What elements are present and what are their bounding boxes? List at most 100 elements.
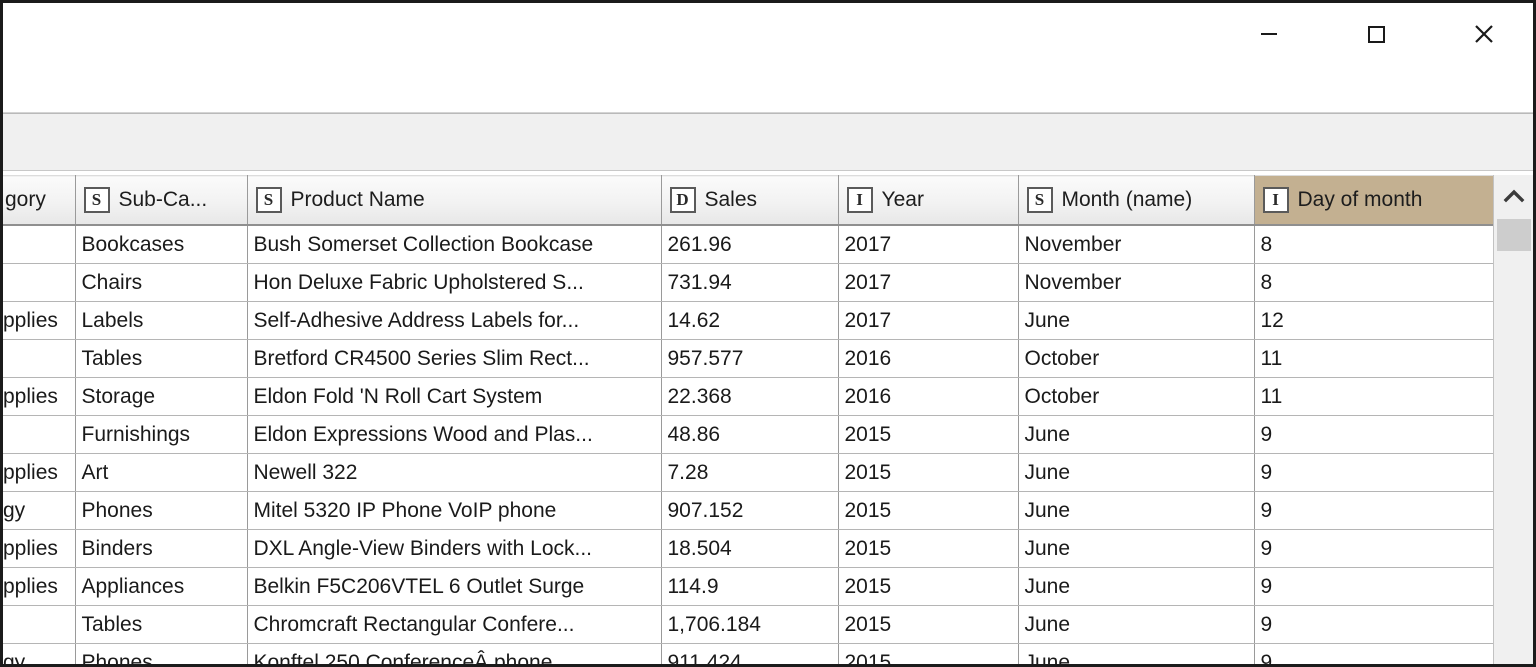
cell-year[interactable]: 2017 (838, 301, 1019, 340)
cell-subcategory[interactable]: Tables (75, 605, 248, 644)
table-row[interactable]: pplies Art Newell 322 7.28 2015 June 9 (3, 453, 1528, 492)
cell-subcategory[interactable]: Phones (75, 643, 248, 664)
cell-year[interactable]: 2015 (838, 567, 1019, 606)
cell-subcategory[interactable]: Phones (75, 491, 248, 530)
cell-product-name[interactable]: Hon Deluxe Fabric Upholstered S... (247, 263, 662, 302)
column-header-category[interactable]: gory (3, 175, 76, 226)
cell-subcategory[interactable]: Tables (75, 339, 248, 378)
cell-sales[interactable]: 911.424 (661, 643, 839, 664)
cell-month[interactable]: June (1018, 415, 1255, 454)
cell-month[interactable]: June (1018, 301, 1255, 340)
cell-month[interactable]: November (1018, 263, 1255, 302)
cell-day-of-month[interactable]: 9 (1254, 529, 1528, 568)
table-row[interactable]: Chairs Hon Deluxe Fabric Upholstered S...… (3, 263, 1528, 302)
cell-category[interactable]: pplies (3, 377, 76, 416)
column-header-day-of-month[interactable]: I Day of month (1254, 175, 1528, 226)
cell-category[interactable] (3, 224, 76, 264)
cell-month[interactable]: June (1018, 529, 1255, 568)
cell-category[interactable] (3, 263, 76, 302)
cell-subcategory[interactable]: Labels (75, 301, 248, 340)
table-row[interactable]: pplies Storage Eldon Fold 'N Roll Cart Sys… (3, 377, 1528, 416)
cell-sales[interactable]: 731.94 (661, 263, 839, 302)
cell-day-of-month[interactable]: 8 (1254, 263, 1528, 302)
table-row[interactable]: Bookcases Bush Somerset Collection Bookca… (3, 224, 1528, 264)
cell-category[interactable]: pplies (3, 567, 76, 606)
cell-day-of-month[interactable]: 9 (1254, 605, 1528, 644)
cell-category[interactable]: pplies (3, 301, 76, 340)
cell-product-name[interactable]: Mitel 5320 IP Phone VoIP phone (247, 491, 662, 530)
table-row[interactable]: pplies Binders DXL Angle-View Binders with… (3, 529, 1528, 568)
column-header-subcategory[interactable]: S Sub-Ca... (75, 175, 248, 226)
cell-product-name[interactable]: Konftel 250 ConferenceÂ phone (247, 643, 662, 664)
scrollbar-track[interactable] (1494, 251, 1533, 664)
cell-year[interactable]: 2015 (838, 491, 1019, 530)
scroll-up-button[interactable] (1494, 175, 1533, 217)
cell-sales[interactable]: 14.62 (661, 301, 839, 340)
cell-month[interactable]: June (1018, 605, 1255, 644)
cell-day-of-month[interactable]: 11 (1254, 377, 1528, 416)
cell-month[interactable]: June (1018, 453, 1255, 492)
close-button[interactable] (1452, 5, 1515, 63)
cell-day-of-month[interactable]: 11 (1254, 339, 1528, 378)
cell-sales[interactable]: 114.9 (661, 567, 839, 606)
cell-product-name[interactable]: Bush Somerset Collection Bookcase (247, 224, 662, 264)
cell-subcategory[interactable]: Appliances (75, 567, 248, 606)
cell-category[interactable] (3, 415, 76, 454)
cell-product-name[interactable]: Chromcraft Rectangular Confere... (247, 605, 662, 644)
cell-year[interactable]: 2017 (838, 224, 1019, 264)
cell-day-of-month[interactable]: 12 (1254, 301, 1528, 340)
cell-subcategory[interactable]: Storage (75, 377, 248, 416)
cell-year[interactable]: 2015 (838, 643, 1019, 664)
cell-category[interactable] (3, 339, 76, 378)
column-header-product-name[interactable]: S Product Name (247, 175, 662, 226)
cell-sales[interactable]: 18.504 (661, 529, 839, 568)
cell-year[interactable]: 2015 (838, 529, 1019, 568)
scrollbar-thumb[interactable] (1497, 219, 1531, 251)
table-row[interactable]: Tables Chromcraft Rectangular Confere... 1… (3, 605, 1528, 644)
cell-category[interactable]: gy (3, 491, 76, 530)
cell-month[interactable]: October (1018, 339, 1255, 378)
cell-month[interactable]: November (1018, 224, 1255, 264)
cell-sales[interactable]: 7.28 (661, 453, 839, 492)
cell-year[interactable]: 2016 (838, 339, 1019, 378)
cell-day-of-month[interactable]: 9 (1254, 643, 1528, 664)
cell-sales[interactable]: 957.577 (661, 339, 839, 378)
cell-day-of-month[interactable]: 9 (1254, 453, 1528, 492)
cell-subcategory[interactable]: Binders (75, 529, 248, 568)
cell-day-of-month[interactable]: 9 (1254, 567, 1528, 606)
cell-category[interactable]: gy (3, 643, 76, 664)
cell-product-name[interactable]: Newell 322 (247, 453, 662, 492)
table-row[interactable]: Furnishings Eldon Expressions Wood and Pl… (3, 415, 1528, 454)
table-row[interactable]: gy Phones Konftel 250 ConferenceÂ phone 911… (3, 643, 1528, 664)
cell-subcategory[interactable]: Art (75, 453, 248, 492)
maximize-button[interactable] (1344, 5, 1407, 63)
column-header-month[interactable]: S Month (name) (1018, 175, 1255, 226)
cell-sales[interactable]: 907.152 (661, 491, 839, 530)
table-row[interactable]: Tables Bretford CR4500 Series Slim Rect..… (3, 339, 1528, 378)
minimize-button[interactable] (1237, 5, 1300, 63)
cell-year[interactable]: 2015 (838, 453, 1019, 492)
cell-year[interactable]: 2015 (838, 605, 1019, 644)
cell-subcategory[interactable]: Furnishings (75, 415, 248, 454)
cell-subcategory[interactable]: Chairs (75, 263, 248, 302)
cell-sales[interactable]: 261.96 (661, 224, 839, 264)
cell-day-of-month[interactable]: 9 (1254, 415, 1528, 454)
cell-product-name[interactable]: Self-Adhesive Address Labels for... (247, 301, 662, 340)
cell-sales[interactable]: 1,706.184 (661, 605, 839, 644)
table-row[interactable]: pplies Appliances Belkin F5C206VTEL 6 Outl… (3, 567, 1528, 606)
cell-product-name[interactable]: Eldon Expressions Wood and Plas... (247, 415, 662, 454)
table-row[interactable]: gy Phones Mitel 5320 IP Phone VoIP phone 90… (3, 491, 1528, 530)
column-header-year[interactable]: I Year (838, 175, 1019, 226)
cell-sales[interactable]: 48.86 (661, 415, 839, 454)
cell-day-of-month[interactable]: 8 (1254, 224, 1528, 264)
cell-month[interactable]: June (1018, 567, 1255, 606)
cell-year[interactable]: 2017 (838, 263, 1019, 302)
cell-month[interactable]: June (1018, 491, 1255, 530)
cell-product-name[interactable]: Belkin F5C206VTEL 6 Outlet Surge (247, 567, 662, 606)
cell-category[interactable]: pplies (3, 529, 76, 568)
vertical-scrollbar[interactable] (1493, 175, 1533, 664)
cell-day-of-month[interactable]: 9 (1254, 491, 1528, 530)
cell-product-name[interactable]: Eldon Fold 'N Roll Cart System (247, 377, 662, 416)
cell-month[interactable]: October (1018, 377, 1255, 416)
cell-product-name[interactable]: DXL Angle-View Binders with Lock... (247, 529, 662, 568)
